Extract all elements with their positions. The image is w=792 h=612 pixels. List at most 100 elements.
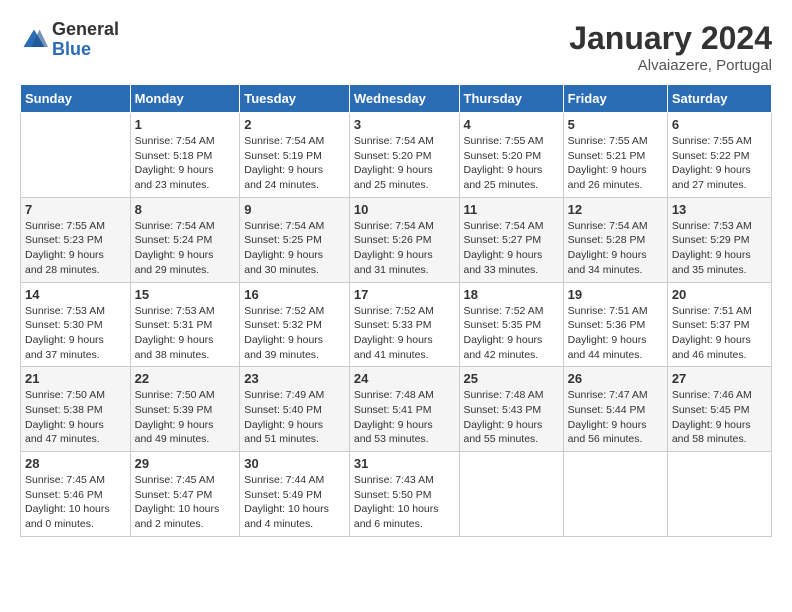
day-info: Sunrise: 7:55 AMSunset: 5:23 PMDaylight:… [25,219,126,278]
day-number: 29 [135,456,236,471]
calendar-cell: 27 Sunrise: 7:46 AMSunset: 5:45 PMDayligh… [667,367,771,452]
month-title: January 2024 [569,20,772,57]
week-row-2: 14 Sunrise: 7:53 AMSunset: 5:30 PMDayligh… [21,282,772,367]
calendar-cell: 11 Sunrise: 7:54 AMSunset: 5:27 PMDayligh… [459,197,563,282]
day-info: Sunrise: 7:51 AMSunset: 5:36 PMDaylight:… [568,304,663,363]
calendar-cell: 18 Sunrise: 7:52 AMSunset: 5:35 PMDayligh… [459,282,563,367]
day-info: Sunrise: 7:48 AMSunset: 5:43 PMDaylight:… [464,388,559,447]
day-number: 11 [464,202,559,217]
day-number: 22 [135,371,236,386]
header-day-friday: Friday [563,85,667,113]
day-info: Sunrise: 7:53 AMSunset: 5:29 PMDaylight:… [672,219,767,278]
logo-blue: Blue [52,40,119,60]
calendar-cell: 30 Sunrise: 7:44 AMSunset: 5:49 PMDayligh… [240,452,350,537]
day-number: 28 [25,456,126,471]
calendar-cell: 13 Sunrise: 7:53 AMSunset: 5:29 PMDayligh… [667,197,771,282]
day-info: Sunrise: 7:54 AMSunset: 5:27 PMDaylight:… [464,219,559,278]
day-number: 9 [244,202,345,217]
day-number: 8 [135,202,236,217]
calendar-cell: 23Sunrise: 7:49 AMSunset: 5:40 PMDayligh… [240,367,350,452]
day-info: Sunrise: 7:45 AMSunset: 5:47 PMDaylight:… [135,473,236,532]
day-info: Sunrise: 7:55 AMSunset: 5:22 PMDaylight:… [672,134,767,193]
day-info: Sunrise: 7:53 AMSunset: 5:31 PMDaylight:… [135,304,236,363]
day-number: 24 [354,371,455,386]
day-info: Sunrise: 7:53 AMSunset: 5:30 PMDaylight:… [25,304,126,363]
calendar-cell [667,452,771,537]
week-row-3: 21 Sunrise: 7:50 AMSunset: 5:38 PMDayligh… [21,367,772,452]
page-header: General Blue January 2024 Alvaiazere, Po… [20,20,772,74]
calendar-cell: 9Sunrise: 7:54 AMSunset: 5:25 PMDaylight… [240,197,350,282]
calendar-cell [563,452,667,537]
calendar-table: SundayMondayTuesdayWednesdayThursdayFrid… [20,84,772,537]
day-number: 5 [568,117,663,132]
logo-icon [20,26,48,54]
day-number: 3 [354,117,455,132]
day-number: 25 [464,371,559,386]
calendar-cell: 12Sunrise: 7:54 AMSunset: 5:28 PMDayligh… [563,197,667,282]
day-number: 14 [25,287,126,302]
calendar-cell: 10Sunrise: 7:54 AMSunset: 5:26 PMDayligh… [349,197,459,282]
day-info: Sunrise: 7:54 AMSunset: 5:18 PMDaylight:… [135,134,236,193]
calendar-cell: 19 Sunrise: 7:51 AMSunset: 5:36 PMDayligh… [563,282,667,367]
day-number: 16 [244,287,345,302]
day-number: 17 [354,287,455,302]
day-number: 19 [568,287,663,302]
day-number: 13 [672,202,767,217]
day-number: 12 [568,202,663,217]
week-row-4: 28 Sunrise: 7:45 AMSunset: 5:46 PMDayligh… [21,452,772,537]
calendar-cell: 17 Sunrise: 7:52 AMSunset: 5:33 PMDayligh… [349,282,459,367]
day-info: Sunrise: 7:46 AMSunset: 5:45 PMDaylight:… [672,388,767,447]
calendar-cell [21,113,131,198]
logo-text: General Blue [52,20,119,60]
day-info: Sunrise: 7:52 AMSunset: 5:35 PMDaylight:… [464,304,559,363]
calendar-cell: 29 Sunrise: 7:45 AMSunset: 5:47 PMDayligh… [130,452,240,537]
day-info: Sunrise: 7:49 AMSunset: 5:40 PMDaylight:… [244,388,345,447]
calendar-cell: 22 Sunrise: 7:50 AMSunset: 5:39 PMDayligh… [130,367,240,452]
day-number: 7 [25,202,126,217]
day-number: 27 [672,371,767,386]
header-day-tuesday: Tuesday [240,85,350,113]
day-info: Sunrise: 7:52 AMSunset: 5:32 PMDaylight:… [244,304,345,363]
logo: General Blue [20,20,119,60]
header-day-thursday: Thursday [459,85,563,113]
calendar-cell: 28 Sunrise: 7:45 AMSunset: 5:46 PMDayligh… [21,452,131,537]
day-number: 30 [244,456,345,471]
calendar-cell: 5 Sunrise: 7:55 AMSunset: 5:21 PMDaylight… [563,113,667,198]
day-info: Sunrise: 7:52 AMSunset: 5:33 PMDaylight:… [354,304,455,363]
logo-general: General [52,20,119,40]
day-number: 2 [244,117,345,132]
day-number: 21 [25,371,126,386]
day-info: Sunrise: 7:54 AMSunset: 5:26 PMDaylight:… [354,219,455,278]
calendar-cell: 25 Sunrise: 7:48 AMSunset: 5:43 PMDayligh… [459,367,563,452]
day-info: Sunrise: 7:44 AMSunset: 5:49 PMDaylight:… [244,473,345,532]
calendar-cell: 6 Sunrise: 7:55 AMSunset: 5:22 PMDaylight… [667,113,771,198]
day-number: 18 [464,287,559,302]
day-number: 26 [568,371,663,386]
week-row-0: 1 Sunrise: 7:54 AMSunset: 5:18 PMDaylight… [21,113,772,198]
location: Alvaiazere, Portugal [569,57,772,74]
day-number: 31 [354,456,455,471]
calendar-cell: 26Sunrise: 7:47 AMSunset: 5:44 PMDayligh… [563,367,667,452]
header-day-saturday: Saturday [667,85,771,113]
day-info: Sunrise: 7:54 AMSunset: 5:20 PMDaylight:… [354,134,455,193]
day-info: Sunrise: 7:48 AMSunset: 5:41 PMDaylight:… [354,388,455,447]
day-info: Sunrise: 7:55 AMSunset: 5:21 PMDaylight:… [568,134,663,193]
day-info: Sunrise: 7:55 AMSunset: 5:20 PMDaylight:… [464,134,559,193]
day-info: Sunrise: 7:50 AMSunset: 5:39 PMDaylight:… [135,388,236,447]
calendar-cell: 15Sunrise: 7:53 AMSunset: 5:31 PMDayligh… [130,282,240,367]
day-number: 4 [464,117,559,132]
calendar-cell: 31Sunrise: 7:43 AMSunset: 5:50 PMDayligh… [349,452,459,537]
day-info: Sunrise: 7:45 AMSunset: 5:46 PMDaylight:… [25,473,126,532]
calendar-cell: 21 Sunrise: 7:50 AMSunset: 5:38 PMDayligh… [21,367,131,452]
day-info: Sunrise: 7:51 AMSunset: 5:37 PMDaylight:… [672,304,767,363]
day-number: 1 [135,117,236,132]
calendar-cell: 16 Sunrise: 7:52 AMSunset: 5:32 PMDayligh… [240,282,350,367]
header-day-monday: Monday [130,85,240,113]
header-row: SundayMondayTuesdayWednesdayThursdayFrid… [21,85,772,113]
calendar-cell: 8Sunrise: 7:54 AMSunset: 5:24 PMDaylight… [130,197,240,282]
header-day-sunday: Sunday [21,85,131,113]
calendar-cell: 20Sunrise: 7:51 AMSunset: 5:37 PMDayligh… [667,282,771,367]
day-number: 6 [672,117,767,132]
day-info: Sunrise: 7:50 AMSunset: 5:38 PMDaylight:… [25,388,126,447]
calendar-cell: 3 Sunrise: 7:54 AMSunset: 5:20 PMDaylight… [349,113,459,198]
